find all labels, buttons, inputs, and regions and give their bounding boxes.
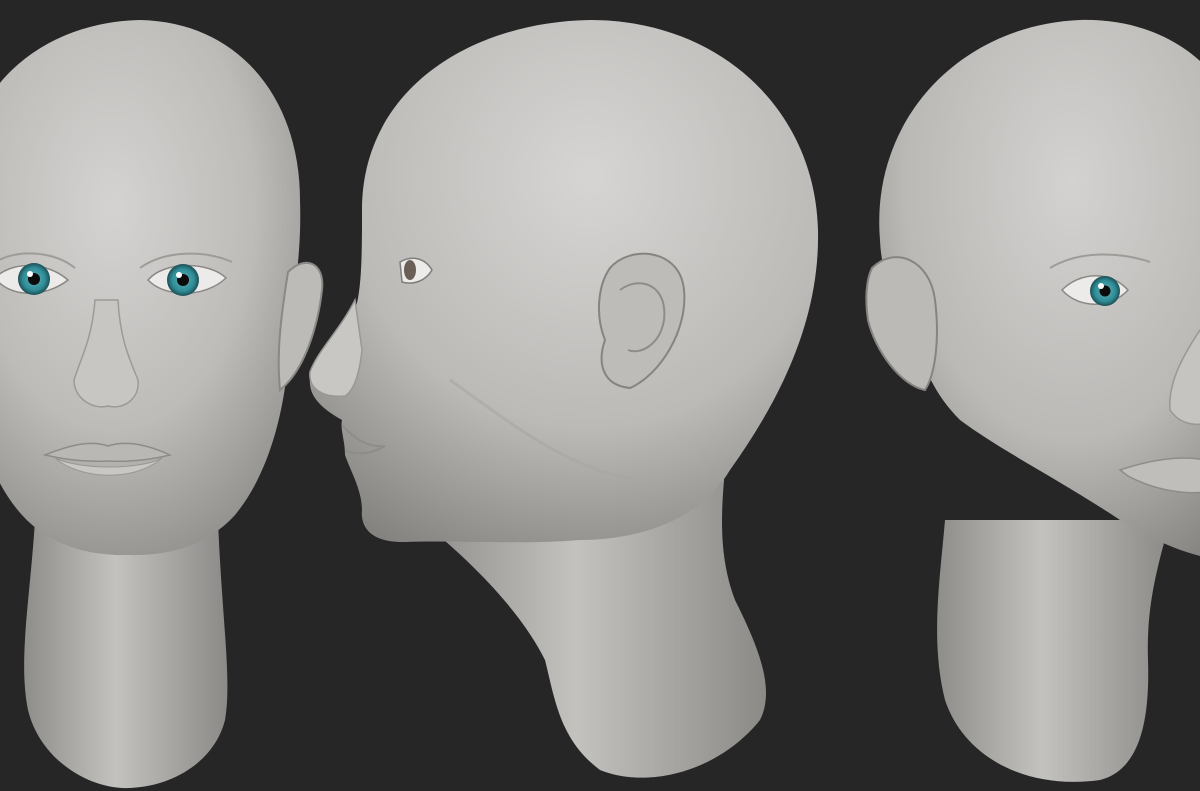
front-neck [24, 520, 228, 789]
sculpt-render-viewport [0, 0, 1200, 791]
threeq-neck [937, 520, 1170, 782]
render-canvas [0, 0, 1200, 791]
